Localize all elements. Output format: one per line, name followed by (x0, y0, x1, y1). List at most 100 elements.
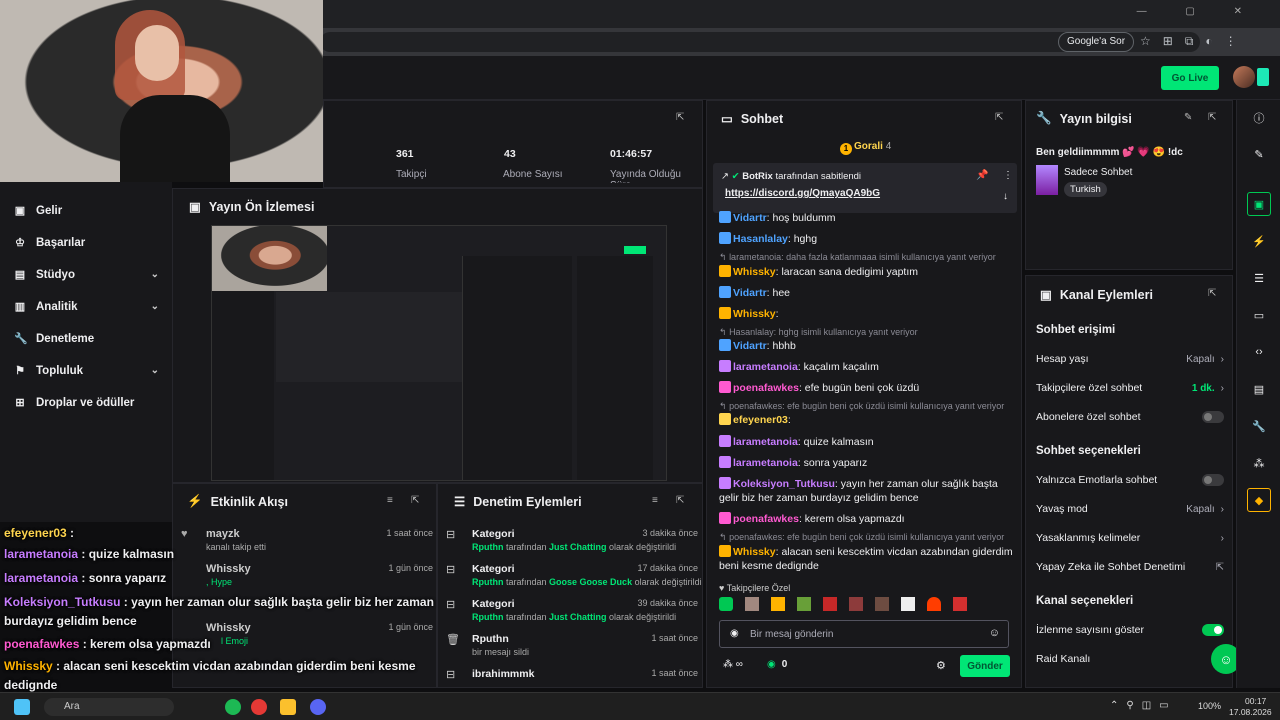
row-followers-only[interactable]: Takipçilere özel sohbet 1 dk. › (1036, 382, 1224, 394)
info-icon[interactable]: ⓘ (1247, 106, 1271, 130)
browser-extension-icons[interactable]: ☆⊞⧉◐⋮ (1140, 34, 1249, 49)
chat-username[interactable]: larametanoia (733, 457, 798, 469)
chat-username[interactable]: efeyener03 (733, 414, 788, 426)
discord-icon[interactable] (310, 699, 326, 715)
pencil-icon[interactable]: ✎ (1247, 142, 1271, 166)
chrome-icon[interactable] (251, 699, 267, 715)
emote-icon[interactable] (927, 597, 941, 611)
grid-icon[interactable] (1257, 68, 1269, 86)
chat-username[interactable]: poenafawkes (733, 513, 799, 525)
avatar[interactable] (1233, 66, 1255, 88)
chat-icon[interactable]: ▭ (1247, 303, 1271, 327)
community-icon: ⚑ (15, 365, 25, 377)
badge-icon (719, 477, 731, 489)
emote-icon[interactable] (953, 597, 967, 611)
emote-only-toggle[interactable] (1202, 474, 1224, 486)
list-icon[interactable]: ☰ (1247, 266, 1271, 290)
users-icon[interactable]: ⁂ (1247, 451, 1271, 475)
chat-username[interactable]: larametanoia (733, 436, 798, 448)
external-link-icon: ⇱ (1215, 561, 1224, 573)
lightning-icon[interactable]: ⚡ (1247, 229, 1271, 253)
badge-icon (719, 286, 731, 298)
chat-username[interactable]: Whissky (733, 308, 776, 320)
filter-icon[interactable]: ≡ (387, 495, 393, 506)
stat-followers-value: 361 (396, 148, 414, 160)
sidebar-item-topluluk[interactable]: ⚑ Topluluk ⌄ (14, 364, 159, 378)
view-count-toggle[interactable] (1202, 624, 1224, 636)
go-live-button[interactable]: Go Live (1161, 66, 1219, 90)
emote-icon[interactable] (797, 597, 811, 611)
folder-icon[interactable] (280, 699, 296, 715)
row-slow-mode[interactable]: Yavaş mod Kapalı › (1036, 503, 1224, 515)
pinned-message[interactable]: ↗ ✔ BotRix tarafından sabitlendi 📌 ⋮ htt… (713, 163, 1017, 213)
edit-icon[interactable]: ✎ (1184, 112, 1192, 123)
row-ai-moderation[interactable]: Yapay Zeka ile Sohbet Denetimi ⇱ (1036, 561, 1224, 573)
emote-icon[interactable] (823, 597, 837, 611)
wrench-icon[interactable]: 🔧 (1247, 414, 1271, 438)
chat-username[interactable]: larametanoia (733, 361, 798, 373)
window-controls[interactable]: — ▢ ✕ (1137, 6, 1260, 17)
arrow-down-icon[interactable]: ↓ (1003, 191, 1008, 202)
stream-preview-image[interactable] (211, 225, 667, 481)
send-button[interactable]: Gönder (960, 655, 1010, 677)
stats-icon[interactable]: ▣ (1247, 192, 1271, 216)
popout-icon[interactable]: ⇱ (676, 112, 684, 123)
row-emote-only: Yalnızca Emotlarla sohbet (1036, 474, 1224, 486)
lightning-icon: ⚡ (187, 494, 203, 508)
popout-icon[interactable]: ⇱ (676, 495, 684, 506)
filter-icon[interactable]: ≡ (652, 495, 658, 506)
sidebar-item-droplar[interactable]: ⊞ Droplar ve ödüller (14, 396, 159, 410)
google-sor-button[interactable]: Google'a Sor (1058, 32, 1135, 52)
chat-input[interactable]: ◉ Bir mesaj gönderin ☺ (719, 620, 1009, 648)
chevron-down-icon: ⌄ (150, 301, 159, 312)
popout-icon[interactable]: ⇱ (1208, 112, 1216, 123)
more-icon[interactable]: ⋮ (1003, 170, 1013, 181)
unpin-icon[interactable]: 📌 (976, 170, 988, 181)
emote-bar[interactable] (719, 597, 1009, 615)
chat-username[interactable]: Hasanlalay (733, 233, 788, 245)
sidebar-item-basarilar[interactable]: ♔ Başarılar (14, 236, 159, 250)
chat-username[interactable]: Koleksiyon_Tutkusu (733, 478, 835, 490)
users-icon[interactable]: ⁂ ∞ (723, 659, 743, 670)
sidebar-item-analitik[interactable]: ▥ Analitik ⌄ (14, 300, 159, 314)
popout-icon[interactable]: ⇱ (411, 495, 419, 506)
emote-icon[interactable] (771, 597, 785, 611)
chat-username[interactable]: Whissky (733, 546, 776, 558)
chat-username[interactable]: Vidartr (733, 287, 767, 299)
row-banned-words[interactable]: Yasaklanmış kelimeler › (1036, 532, 1224, 544)
emote-icon[interactable] (745, 597, 759, 611)
emote-icon[interactable] (901, 597, 915, 611)
popout-icon[interactable]: ⇱ (1208, 288, 1216, 299)
reply-context: ↰ Hasanlalay: hghg isimli kullanıcıya ya… (719, 327, 918, 337)
chat-username[interactable]: Vidartr (733, 340, 767, 352)
emote-icon[interactable] (849, 597, 863, 611)
wrench-icon: 🔧 (14, 333, 28, 345)
chat-username[interactable]: Vidartr (733, 212, 767, 224)
layout-icon[interactable]: ▤ (1247, 377, 1271, 401)
sidebar-item-denetleme[interactable]: 🔧 Denetleme (14, 332, 159, 346)
row-raid[interactable]: Raid Kanalı (1036, 653, 1224, 665)
windows-start-icon[interactable] (14, 699, 30, 715)
sidebar-item-gelir[interactable]: ▣ Gelir (14, 204, 159, 218)
chat-username[interactable]: poenafawkes (733, 382, 799, 394)
taskbar: Ara ⌃⚲◫▭ 100% 00:17 17.08.2026 (0, 692, 1280, 720)
channel-points[interactable]: ◉ 0 (767, 659, 787, 670)
tray-icons[interactable]: ⌃⚲◫▭ (1110, 700, 1177, 711)
smiley-icon[interactable]: ☺ (989, 627, 1000, 639)
overlay-chat-line: Koleksiyon_Tutkusu : yayın her zaman olu… (4, 595, 434, 628)
subs-only-toggle[interactable] (1202, 411, 1224, 423)
code-icon[interactable]: ‹› (1247, 340, 1271, 364)
taskbar-search[interactable]: Ara (44, 698, 174, 716)
emote-icon[interactable] (719, 597, 733, 611)
overlay-chat-line: poenafawkes : kerem olsa yapmazdı (4, 637, 211, 651)
popout-icon[interactable]: ⇱ (995, 112, 1003, 123)
spotify-icon[interactable] (225, 699, 241, 715)
gift-icon[interactable]: ◆ (1247, 488, 1271, 512)
chat-username[interactable]: Whissky (733, 266, 776, 278)
emote-icon[interactable] (875, 597, 889, 611)
sidebar-item-studyo[interactable]: ▤ Stüdyo ⌄ (14, 268, 159, 282)
row-account-age[interactable]: Hesap yaşı Kapalı › (1036, 353, 1224, 365)
chat-message: Whissky: (719, 307, 1015, 321)
gear-icon[interactable]: ⚙ (936, 659, 946, 672)
pinned-link[interactable]: https://discord.gg/QmayaQA9bG (725, 188, 880, 199)
